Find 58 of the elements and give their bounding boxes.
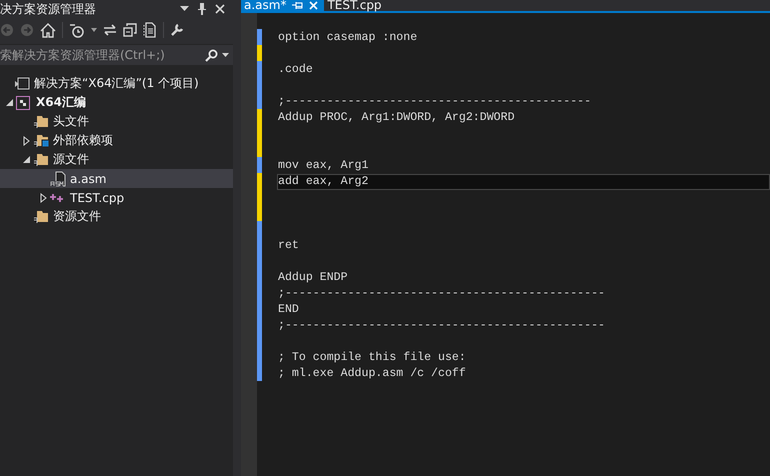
tree-item[interactable]: X64汇编 xyxy=(0,93,233,112)
caret-icon[interactable] xyxy=(91,28,97,32)
collapsed-triangle-icon[interactable] xyxy=(22,136,30,146)
close-icon[interactable] xyxy=(215,4,225,14)
tree-item[interactable]: 头文件 xyxy=(0,112,233,131)
expanded-triangle-icon[interactable] xyxy=(6,99,12,106)
folder-icon xyxy=(33,114,49,128)
project-icon xyxy=(16,96,30,110)
panel-title: 决方案资源管理器 xyxy=(0,1,97,18)
code-line: ; To compile this file use: xyxy=(278,351,466,364)
code-line: .code xyxy=(278,63,313,76)
code-line: Addup PROC, Arg1:DWORD, Arg2:DWORD xyxy=(278,111,515,124)
editor-tab[interactable]: a.asm* xyxy=(241,0,324,11)
tree-item-label: 源文件 xyxy=(53,151,89,168)
tree-item[interactable]: a.asm xyxy=(0,169,233,188)
code-line: ;---------------------------------------------- xyxy=(278,319,605,332)
folder-icon xyxy=(33,210,49,224)
code-line: ;---------------------------------------------- xyxy=(278,287,605,300)
dropdown-caret-icon[interactable] xyxy=(222,53,229,57)
code-line: ret xyxy=(278,239,299,252)
tree-item-label: a.asm xyxy=(70,172,106,186)
plus-plus-icon xyxy=(50,192,64,202)
code-line: ; ml.exe Addup.asm /c /coff xyxy=(278,367,466,380)
tree-item[interactable]: 解决方案“X64汇编”(1 个项目) xyxy=(0,74,233,93)
code-line: mov eax, Arg1 xyxy=(278,159,368,172)
tree-item-label: 资源文件 xyxy=(53,208,101,225)
solution-icon xyxy=(14,76,30,90)
dropdown-caret-icon[interactable] xyxy=(180,6,189,12)
tree-item-label: TEST.cpp xyxy=(70,190,124,204)
code-line: option casemap :none xyxy=(278,31,418,44)
tree-item-label: 外部依赖项 xyxy=(53,132,113,149)
tree-item-label: X64汇编 xyxy=(36,94,86,111)
collapse-all-icon[interactable] xyxy=(123,23,137,37)
home-icon[interactable] xyxy=(40,22,56,38)
sync-arrows-icon[interactable] xyxy=(103,24,117,36)
pin-icon[interactable] xyxy=(292,1,304,10)
code-line: Addup ENDP xyxy=(278,271,348,284)
wrench-icon[interactable] xyxy=(170,23,184,37)
tree-item[interactable]: 外部依赖项 xyxy=(0,131,233,150)
clock-icon[interactable] xyxy=(69,22,85,38)
search-field[interactable]: 索解决方案资源管理器(Ctrl+;) xyxy=(0,45,233,65)
files-icon[interactable] xyxy=(143,22,157,38)
expanded-triangle-icon[interactable] xyxy=(22,156,30,163)
folder-icon xyxy=(33,152,49,166)
tree-item[interactable]: TEST.cpp xyxy=(0,188,233,207)
editor-tab[interactable]: TEST.cpp xyxy=(324,0,388,11)
pin-icon[interactable] xyxy=(197,3,207,15)
code-line: END xyxy=(278,303,299,316)
asm-file-icon xyxy=(50,170,68,186)
tree-item[interactable]: 源文件 xyxy=(0,150,233,169)
tree-item-label: 头文件 xyxy=(53,113,89,130)
tree-item[interactable]: 资源文件 xyxy=(0,207,233,226)
folder-link-icon xyxy=(33,134,49,148)
collapsed-triangle-icon[interactable] xyxy=(40,192,46,202)
code-line: add eax, Arg2 xyxy=(278,175,368,188)
search-icon[interactable] xyxy=(205,48,218,62)
code-line: ;-------------------------------------------- xyxy=(278,95,592,108)
tree-item-label: 解决方案“X64汇编”(1 个项目) xyxy=(34,75,199,92)
